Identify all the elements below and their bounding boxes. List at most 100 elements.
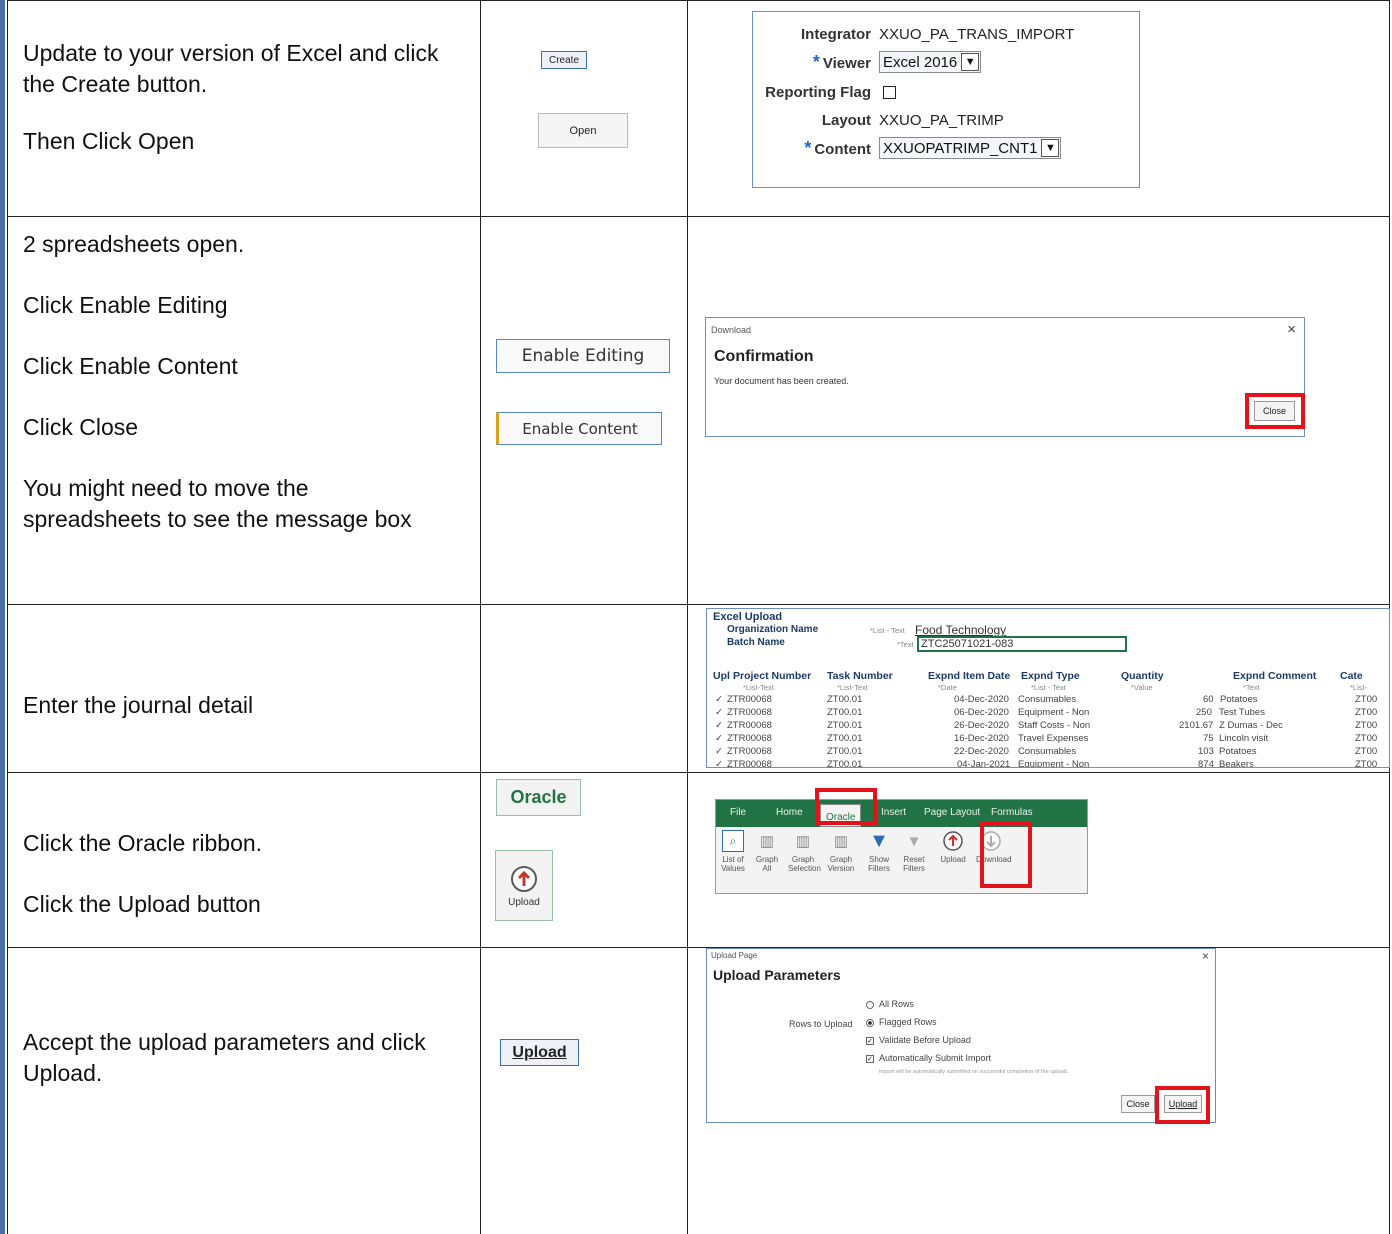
expnd-comment: Beakers xyxy=(1219,759,1254,768)
auto-submit-checkbox[interactable]: ✓ xyxy=(866,1055,874,1063)
column-subheader: *List - Text xyxy=(1031,683,1066,692)
viewer-select[interactable]: Excel 2016 ▼ xyxy=(879,51,982,73)
tab-home[interactable]: Home xyxy=(776,807,803,818)
instruction-cell: Click the Oracle ribbon. Click the Uploa… xyxy=(7,772,481,948)
organization-value[interactable]: Food Technology xyxy=(915,623,1006,637)
content-select[interactable]: XXUOPATRIMP_CNT1 ▼ xyxy=(879,137,1062,159)
oracle-tab-button[interactable]: Oracle xyxy=(496,779,581,816)
graph-selection-label: Graph Selection xyxy=(788,855,821,873)
table-row: Update to your version of Excel and clic… xyxy=(7,0,1390,217)
table-row: 2 spreadsheets open. Click Enable Editin… xyxy=(7,216,1390,605)
show-filters-button[interactable]: ▼ Show Filters xyxy=(864,829,894,874)
row-flag: ✓ xyxy=(715,759,723,768)
reset-filters-button[interactable]: ▼ Reset Filters xyxy=(899,830,929,874)
task-number: ZT00.01 xyxy=(827,746,863,757)
highlight-box xyxy=(980,821,1032,888)
category: ZT00 xyxy=(1355,694,1378,705)
close-icon[interactable]: × xyxy=(1287,321,1296,338)
graph-version-button[interactable]: ▥ Graph Version xyxy=(826,830,856,874)
project-number: ZTR00068 xyxy=(727,733,772,744)
show-filters-label: Show Filters xyxy=(868,855,890,873)
project-number: ZTR00068 xyxy=(727,707,772,718)
expnd-type: Equipment - Non xyxy=(1018,759,1090,768)
chevron-down-icon: ▼ xyxy=(1041,139,1060,157)
tab-formulas[interactable]: Formulas xyxy=(991,807,1033,818)
upload-ribbon-label: Upload xyxy=(508,896,540,908)
content-label: Content xyxy=(814,140,871,158)
graph-selection-button[interactable]: ▥ Graph Selection xyxy=(788,830,821,874)
task-number: ZT00.01 xyxy=(827,694,863,705)
filter-icon: ▼ xyxy=(869,829,889,852)
graph-icon: ▥ xyxy=(759,832,775,850)
template-parameters-panel: Integrator XXUO_PA_TRANS_IMPORT * Viewer … xyxy=(752,11,1140,188)
flagged-rows-radio[interactable] xyxy=(866,1019,874,1027)
instruction-text: Then Click Open xyxy=(23,128,195,154)
project-number: ZTR00068 xyxy=(727,720,772,731)
download-dialog: Download × Confirmation Your document ha… xyxy=(705,317,1305,437)
instruction-cell: Enter the journal detail xyxy=(7,604,481,773)
quantity: 75 xyxy=(1203,733,1214,744)
tab-insert[interactable]: Insert xyxy=(881,807,906,818)
layout-value: XXUO_PA_TRIMP xyxy=(879,111,1004,129)
table-row: Accept the upload parameters and click U… xyxy=(7,947,1390,1234)
highlight-box xyxy=(1155,1086,1210,1124)
sheet-title: Excel Upload xyxy=(713,611,783,623)
category: ZT00 xyxy=(1355,733,1378,744)
instruction-text: Click Close xyxy=(23,414,139,440)
expnd-date: 16-Dec-2020 xyxy=(954,733,1009,744)
tab-page-layout[interactable]: Page Layout xyxy=(924,807,980,818)
quantity: 874 xyxy=(1198,759,1214,768)
integrator-label: Integrator xyxy=(800,25,871,43)
instruction-cell: 2 spreadsheets open. Click Enable Editin… xyxy=(7,216,481,605)
row-flag: ✓ xyxy=(715,733,723,744)
tab-file[interactable]: File xyxy=(730,807,746,818)
category: ZT00 xyxy=(1355,746,1378,757)
dialog-title: Download xyxy=(711,325,752,335)
column-subheader: *List- xyxy=(1350,683,1368,692)
create-button[interactable]: Create xyxy=(541,51,587,69)
screenshot-cell: Excel Upload Organization Name *List - T… xyxy=(687,604,1390,773)
close-icon[interactable]: × xyxy=(1202,949,1209,963)
quantity: 250 xyxy=(1196,707,1212,718)
layout-label: Layout xyxy=(821,111,871,129)
task-number: ZT00.01 xyxy=(827,707,863,718)
open-button[interactable]: Open xyxy=(538,113,628,148)
expnd-type: Equipment - Non xyxy=(1018,707,1090,718)
excel-upload-sheet: Excel Upload Organization Name *List - T… xyxy=(706,608,1390,768)
table-row: Click the Oracle ribbon. Click the Uploa… xyxy=(7,772,1390,948)
upload-button[interactable]: Upload xyxy=(938,830,968,864)
column-header: Quantity xyxy=(1121,670,1164,682)
screenshot-cell: Download × Confirmation Your document ha… xyxy=(687,216,1390,605)
reporting-flag-checkbox[interactable] xyxy=(883,85,896,99)
button-cell: Enable Editing Enable Content xyxy=(480,216,688,605)
ribbon-tabs: File Home Oracle Insert Page Layout Form… xyxy=(716,800,1087,827)
batch-value[interactable]: ZTC25071021-083 xyxy=(917,636,1127,652)
enable-editing-button[interactable]: Enable Editing xyxy=(496,339,670,373)
enable-content-button[interactable]: Enable Content xyxy=(496,412,662,445)
close-button[interactable]: Close xyxy=(1121,1095,1155,1113)
all-rows-radio[interactable] xyxy=(866,1001,874,1009)
rows-to-upload-label: Rows to Upload xyxy=(789,1019,853,1029)
upload-ribbon-button[interactable]: Upload xyxy=(495,850,553,921)
expnd-date: 04-Jan-2021 xyxy=(957,759,1011,768)
validate-label: Validate Before Upload xyxy=(879,1035,971,1045)
graph-all-button[interactable]: ▥ Graph All xyxy=(752,830,782,874)
viewer-label: Viewer xyxy=(822,54,871,72)
list-of-values-button[interactable]: ⌕ List of Values xyxy=(718,830,748,873)
upload-button[interactable]: Upload xyxy=(500,1039,579,1066)
button-cell: Oracle Upload xyxy=(480,772,688,948)
expnd-type: Consumables xyxy=(1018,694,1077,705)
task-number: ZT00.01 xyxy=(827,759,863,768)
graph-all-label: Graph All xyxy=(755,855,779,873)
graph-version-label: Graph Version xyxy=(827,855,855,873)
close-button[interactable]: Close xyxy=(1254,401,1295,421)
required-mark: * xyxy=(804,137,812,158)
instruction-cell: Update to your version of Excel and clic… xyxy=(7,0,481,217)
quantity: 60 xyxy=(1203,694,1214,705)
validate-checkbox[interactable]: ✓ xyxy=(866,1037,874,1045)
expnd-comment: Lincoln visit xyxy=(1219,733,1269,744)
expnd-comment: Potatoes xyxy=(1220,694,1258,705)
column-header: Cate xyxy=(1340,670,1363,682)
flagged-rows-label: Flagged Rows xyxy=(879,1017,937,1027)
graph-version-icon: ▥ xyxy=(833,832,849,850)
